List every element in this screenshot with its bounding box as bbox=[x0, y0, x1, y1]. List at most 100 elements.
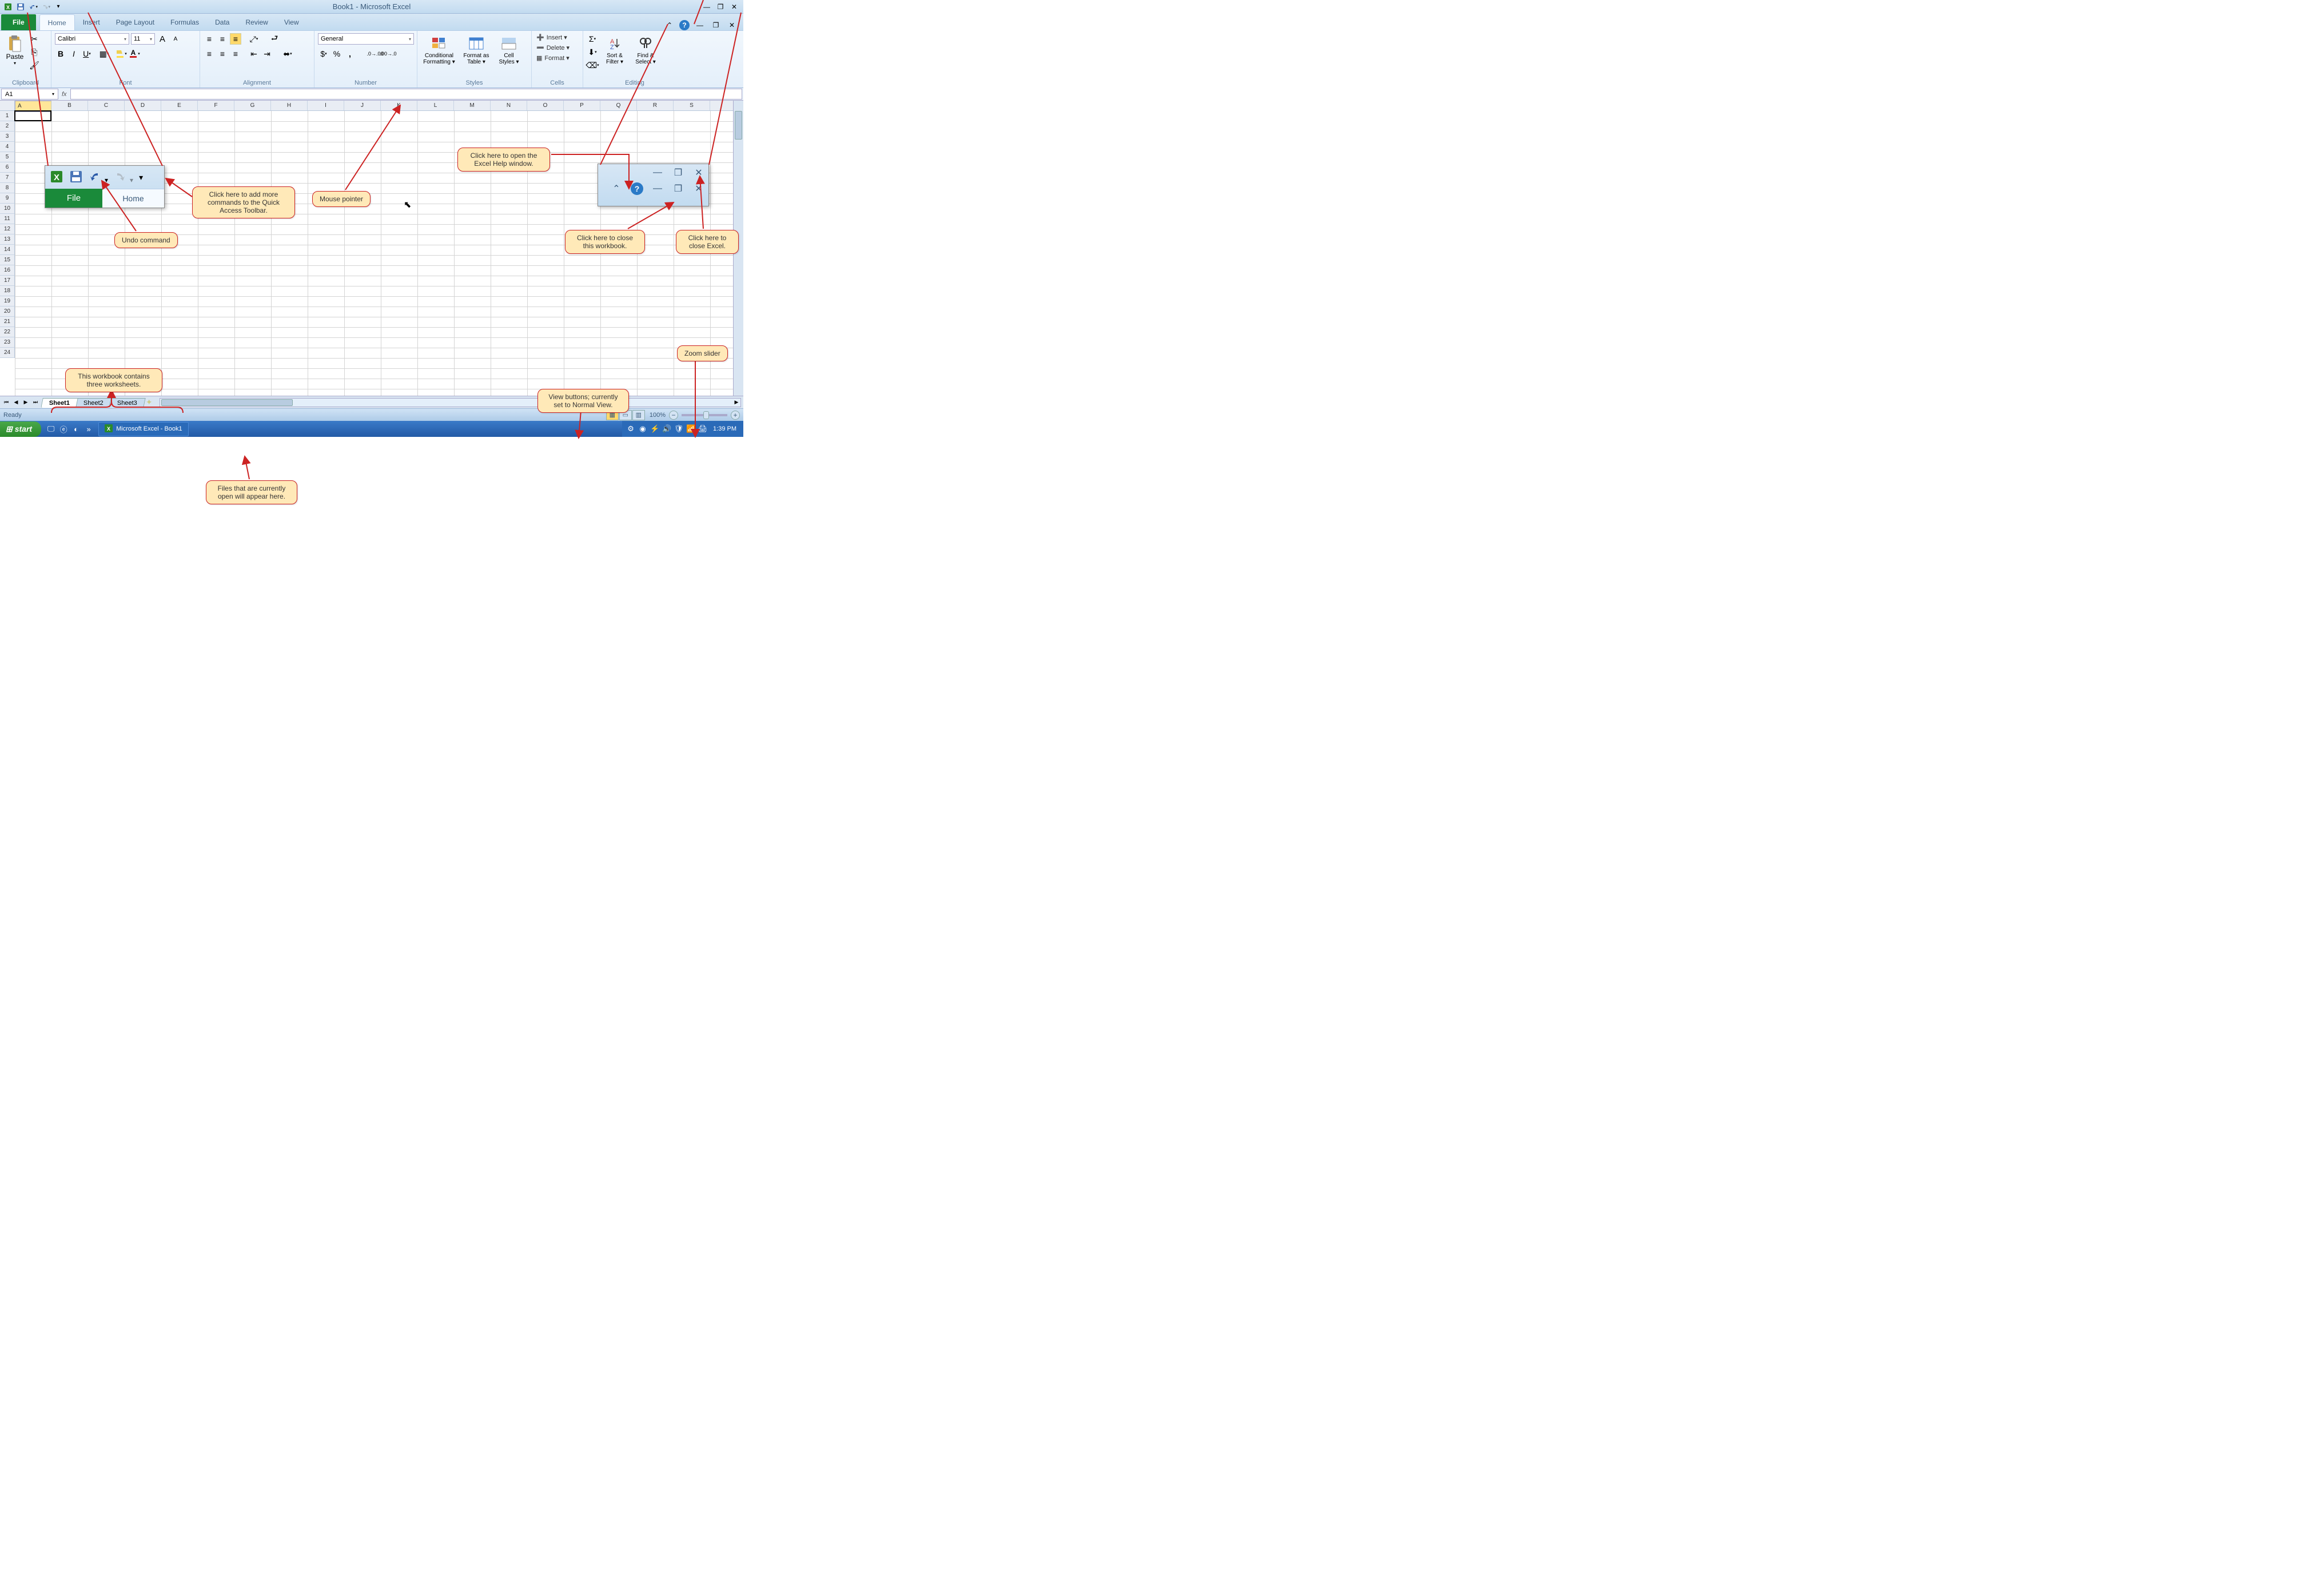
row-header[interactable]: 14 bbox=[0, 245, 14, 255]
tray-icon[interactable]: ◉ bbox=[638, 424, 648, 434]
name-box[interactable]: A1▾ bbox=[1, 89, 58, 99]
format-cells-button[interactable]: ▦Format ▾ bbox=[535, 54, 571, 62]
row-header[interactable]: 5 bbox=[0, 152, 14, 162]
delete-cells-button[interactable]: ➖Delete ▾ bbox=[535, 43, 571, 52]
show-desktop-icon[interactable]: 🖵 bbox=[46, 424, 56, 434]
format-painter-icon[interactable]: 🖌 bbox=[29, 59, 40, 71]
tray-icon[interactable]: ⚙ bbox=[626, 424, 636, 434]
comma-icon[interactable]: , bbox=[344, 48, 356, 59]
find-select-button[interactable]: Find & Select ▾ bbox=[631, 33, 660, 66]
row-header[interactable]: 3 bbox=[0, 132, 14, 142]
cut-icon[interactable]: ✂ bbox=[29, 33, 40, 45]
borders-icon[interactable]: ▦▾ bbox=[98, 48, 110, 59]
align-bottom-icon[interactable]: ≡ bbox=[230, 33, 241, 45]
autosum-icon[interactable]: Σ▾ bbox=[587, 33, 598, 45]
merge-center-icon[interactable]: ⬌▾ bbox=[282, 48, 293, 59]
ie-icon[interactable]: ⓔ bbox=[58, 424, 69, 434]
file-tab[interactable]: File bbox=[1, 14, 36, 30]
increase-indent-icon[interactable]: ⇥ bbox=[261, 48, 273, 59]
sort-filter-button[interactable]: AZ Sort & Filter ▾ bbox=[600, 33, 629, 66]
home-tab[interactable]: Home bbox=[39, 14, 75, 30]
align-right-icon[interactable]: ≡ bbox=[230, 48, 241, 59]
tray-icon[interactable]: ⚡ bbox=[650, 424, 660, 434]
tray-icon[interactable]: 📶 bbox=[686, 424, 696, 434]
row-header[interactable]: 10 bbox=[0, 204, 14, 214]
zoom-in-button[interactable]: + bbox=[731, 411, 740, 420]
minimize-button[interactable]: — bbox=[701, 2, 712, 11]
help-button[interactable]: ? bbox=[679, 20, 690, 30]
hscroll-right-icon[interactable]: ▶ bbox=[732, 398, 740, 407]
row-header[interactable]: 7 bbox=[0, 173, 14, 183]
wb-restore-button[interactable]: ❐ bbox=[710, 21, 722, 30]
review-tab[interactable]: Review bbox=[237, 14, 276, 30]
chrome-icon[interactable]: ◐ bbox=[71, 424, 81, 434]
page-break-view-button[interactable]: ▥ bbox=[632, 410, 645, 420]
select-all-corner[interactable] bbox=[0, 101, 15, 111]
clear-icon[interactable]: ⌫▾ bbox=[587, 59, 598, 71]
decrease-indent-icon[interactable]: ⇤ bbox=[248, 48, 260, 59]
align-left-icon[interactable]: ≡ bbox=[204, 48, 215, 59]
format-as-table-button[interactable]: Format as Table ▾ bbox=[460, 33, 493, 66]
fill-icon[interactable]: ⬇▾ bbox=[587, 46, 598, 58]
increase-decimal-icon[interactable]: .0→.00 bbox=[369, 48, 381, 59]
wb-close-button[interactable]: ✕ bbox=[726, 21, 738, 30]
row-header[interactable]: 9 bbox=[0, 193, 14, 204]
row-header[interactable]: 6 bbox=[0, 162, 14, 173]
zoom-slider[interactable] bbox=[682, 414, 727, 416]
first-sheet-icon[interactable]: ⏮ bbox=[2, 398, 10, 407]
minimize-ribbon-icon[interactable]: ⌃ bbox=[667, 21, 675, 29]
number-format-select[interactable]: General▾ bbox=[318, 33, 414, 45]
excel-icon[interactable]: X bbox=[3, 2, 13, 11]
wb-minimize-button[interactable]: — bbox=[694, 21, 706, 30]
close-button[interactable]: ✕ bbox=[728, 2, 740, 11]
new-sheet-icon[interactable]: ✦ bbox=[146, 397, 157, 407]
tray-icon[interactable]: 🖨 bbox=[698, 424, 708, 434]
last-sheet-icon[interactable]: ⏭ bbox=[31, 398, 39, 407]
prev-sheet-icon[interactable]: ◀ bbox=[12, 398, 20, 407]
tray-icon[interactable]: 🔊 bbox=[662, 424, 672, 434]
undo-icon[interactable]: ▾ bbox=[29, 2, 38, 11]
formula-bar[interactable] bbox=[70, 89, 742, 99]
fx-icon[interactable]: fx bbox=[62, 91, 67, 98]
row-header[interactable]: 15 bbox=[0, 255, 14, 265]
formulas-tab[interactable]: Formulas bbox=[162, 14, 207, 30]
row-header[interactable]: 13 bbox=[0, 234, 14, 245]
view-tab[interactable]: View bbox=[276, 14, 307, 30]
save-icon[interactable] bbox=[16, 2, 25, 11]
bold-icon[interactable]: B bbox=[55, 48, 66, 59]
zoom-percent[interactable]: 100% bbox=[650, 412, 666, 419]
font-name-select[interactable]: Calibri▾ bbox=[55, 33, 129, 45]
underline-icon[interactable]: U▾ bbox=[81, 48, 93, 59]
insert-tab[interactable]: Insert bbox=[75, 14, 108, 30]
row-header[interactable]: 4 bbox=[0, 142, 14, 152]
customize-qat-icon[interactable]: ▾ bbox=[54, 2, 63, 11]
zoom-out-button[interactable]: − bbox=[669, 411, 678, 420]
taskbar-task[interactable]: XMicrosoft Excel - Book1 bbox=[98, 422, 189, 436]
row-header[interactable]: 11 bbox=[0, 214, 14, 224]
currency-icon[interactable]: $▾ bbox=[318, 48, 329, 59]
redo-icon[interactable]: ▾ bbox=[41, 2, 50, 11]
sheet-tab-3[interactable]: Sheet3 bbox=[109, 398, 145, 408]
tray-icon[interactable]: 🛡 bbox=[674, 424, 684, 434]
horizontal-scrollbar[interactable]: ◀ ▶ bbox=[160, 398, 741, 407]
taskbar-clock[interactable]: 1:39 PM bbox=[710, 425, 740, 432]
sheet-tab-2[interactable]: Sheet2 bbox=[75, 398, 111, 408]
fill-color-icon[interactable]: ▾ bbox=[116, 48, 127, 59]
align-top-icon[interactable]: ≡ bbox=[204, 33, 215, 45]
orientation-icon[interactable]: ⤢▾ bbox=[248, 33, 260, 45]
insert-cells-button[interactable]: ➕Insert ▾ bbox=[535, 33, 568, 42]
percent-icon[interactable]: % bbox=[331, 48, 342, 59]
more-icon[interactable]: » bbox=[83, 424, 94, 434]
paste-button[interactable]: Paste ▾ bbox=[3, 33, 26, 67]
sheet-tab-1[interactable]: Sheet1 bbox=[41, 398, 78, 408]
row-header[interactable]: 17 bbox=[0, 276, 14, 286]
restore-button[interactable]: ❐ bbox=[715, 2, 726, 11]
copy-icon[interactable]: ⎘ bbox=[29, 46, 40, 58]
data-tab[interactable]: Data bbox=[207, 14, 237, 30]
shrink-font-icon[interactable]: A bbox=[170, 33, 181, 45]
align-center-icon[interactable]: ≡ bbox=[217, 48, 228, 59]
horizontal-scroll-thumb[interactable] bbox=[161, 399, 293, 406]
row-header[interactable]: 18 bbox=[0, 286, 14, 296]
vertical-scroll-thumb[interactable] bbox=[735, 111, 742, 140]
cell-styles-button[interactable]: Cell Styles ▾ bbox=[495, 33, 523, 66]
